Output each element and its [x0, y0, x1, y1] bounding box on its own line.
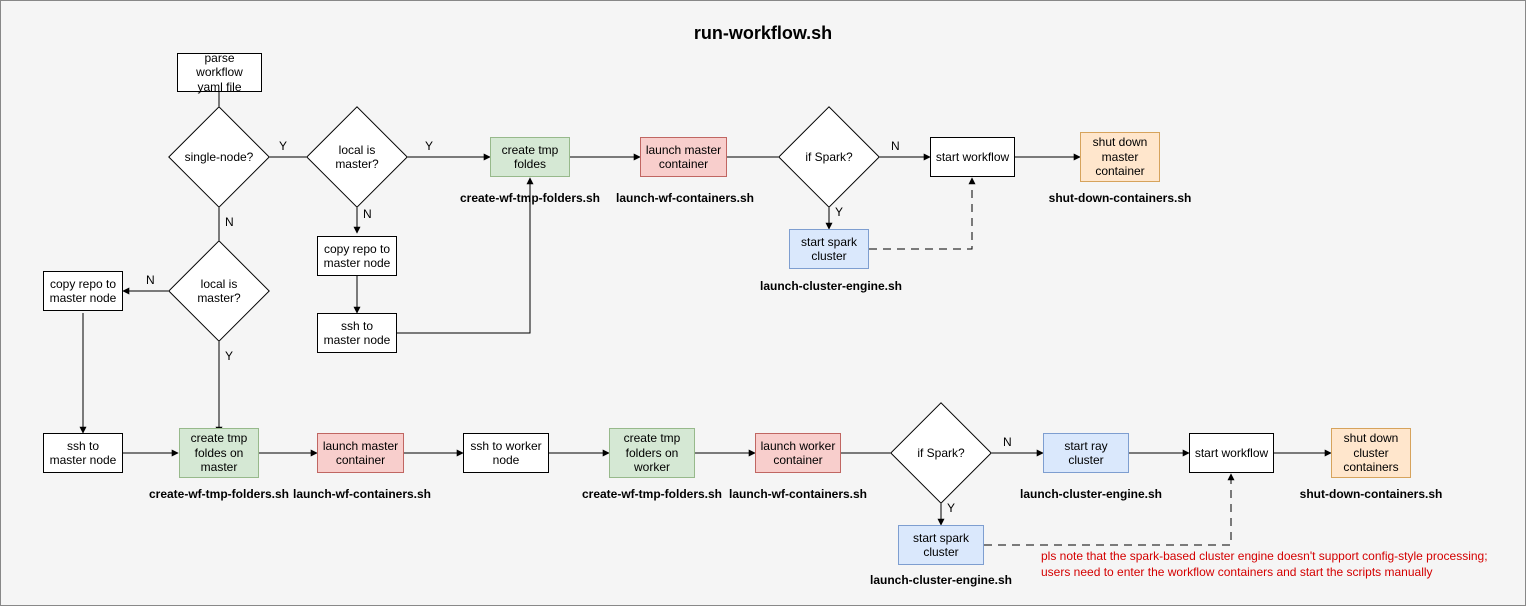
- node-launch-master-1: launch master container: [640, 137, 727, 177]
- edge-label-n: N: [225, 215, 234, 229]
- node-if-spark-1-label: if Spark?: [793, 121, 865, 193]
- node-single-node: single-node?: [183, 121, 255, 193]
- caption-shut-down-1: shut-down-containers.sh: [1040, 191, 1200, 205]
- edge-label-n: N: [1003, 435, 1012, 449]
- node-start-workflow-1: start workflow: [930, 137, 1015, 177]
- node-local-is-master-2: local is master?: [183, 255, 255, 327]
- edge-label-y: Y: [279, 139, 287, 153]
- node-shut-down-1: shut down master container: [1080, 132, 1160, 182]
- node-copy-repo-2: copy repo to master node: [43, 271, 123, 311]
- node-ssh-worker: ssh to worker node: [463, 433, 549, 473]
- caption-start-spark-1: launch-cluster-engine.sh: [741, 279, 921, 293]
- edge-label-y: Y: [425, 139, 433, 153]
- edge-label-n: N: [891, 139, 900, 153]
- edge-label-y: Y: [225, 349, 233, 363]
- node-local-is-master-1: local is master?: [321, 121, 393, 193]
- edge-label-y: Y: [947, 501, 955, 515]
- node-local-is-master-1-label: local is master?: [321, 121, 393, 193]
- node-ssh-master-2: ssh to master node: [43, 433, 123, 473]
- edge-label-n: N: [146, 273, 155, 287]
- caption-launch-master-1: launch-wf-containers.sh: [605, 191, 765, 205]
- node-start-workflow-2: start workflow: [1189, 433, 1274, 473]
- node-start-spark-2: start spark cluster: [898, 525, 984, 565]
- node-if-spark-1: if Spark?: [793, 121, 865, 193]
- node-ssh-master-1: ssh to master node: [317, 313, 397, 353]
- caption-start-ray: launch-cluster-engine.sh: [1001, 487, 1181, 501]
- caption-create-tmp-master: create-wf-tmp-folders.sh: [139, 487, 299, 501]
- node-start-spark-1: start spark cluster: [789, 229, 869, 269]
- node-single-node-label: single-node?: [183, 121, 255, 193]
- caption-shut-down-2: shut-down-containers.sh: [1291, 487, 1451, 501]
- edge-label-n: N: [363, 207, 372, 221]
- node-copy-repo-1: copy repo to master node: [317, 236, 397, 276]
- node-shut-down-2: shut down cluster containers: [1331, 428, 1411, 478]
- node-create-tmp-master: create tmp foldes on master: [179, 428, 259, 478]
- diagram-canvas: run-workflow.sh: [0, 0, 1526, 606]
- node-create-tmp-1: create tmp foldes: [490, 137, 570, 177]
- node-launch-master-2: launch master container: [317, 433, 404, 473]
- node-start-ray: start ray cluster: [1043, 433, 1129, 473]
- caption-create-tmp-1: create-wf-tmp-folders.sh: [450, 191, 610, 205]
- node-local-is-master-2-label: local is master?: [183, 255, 255, 327]
- note-spark-warning: pls note that the spark-based cluster en…: [1041, 549, 1511, 580]
- node-if-spark-2-label: if Spark?: [905, 417, 977, 489]
- node-launch-worker: launch worker container: [755, 433, 841, 473]
- edge-label-y: Y: [835, 205, 843, 219]
- diagram-title: run-workflow.sh: [1, 23, 1525, 44]
- node-if-spark-2: if Spark?: [905, 417, 977, 489]
- caption-launch-worker: launch-wf-containers.sh: [718, 487, 878, 501]
- caption-start-spark-2: launch-cluster-engine.sh: [851, 573, 1031, 587]
- caption-create-tmp-worker: create-wf-tmp-folders.sh: [572, 487, 732, 501]
- node-parse-yaml: parse workflow yaml file: [177, 53, 262, 92]
- node-create-tmp-worker: create tmp folders on worker: [609, 428, 695, 478]
- caption-launch-master-2: launch-wf-containers.sh: [282, 487, 442, 501]
